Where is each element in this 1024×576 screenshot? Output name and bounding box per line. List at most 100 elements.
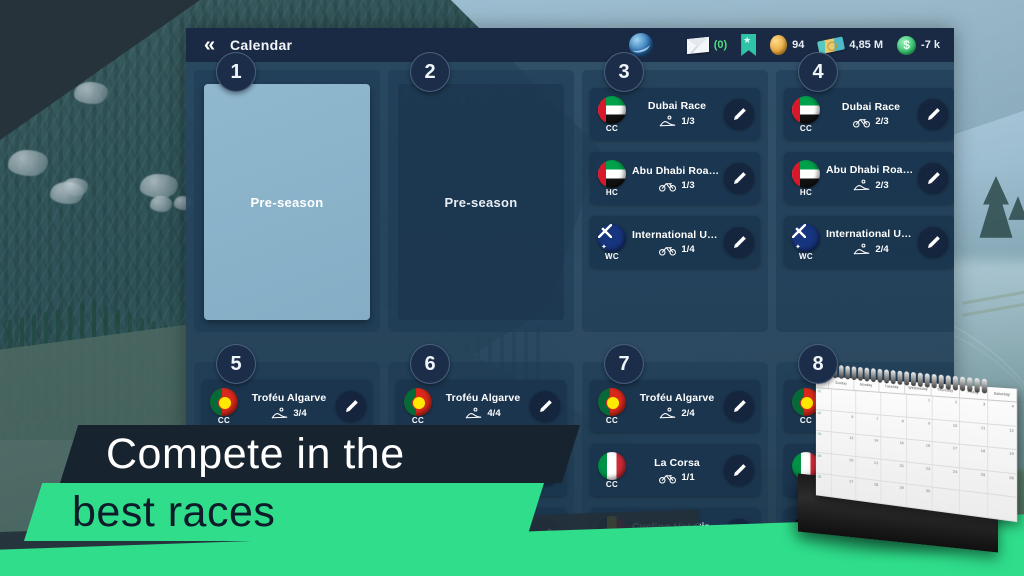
- bike-icon: [271, 472, 289, 484]
- week-badge[interactable]: 8: [798, 344, 838, 384]
- week-badge[interactable]: 2: [410, 52, 450, 92]
- race-row[interactable]: CC Dubai Race 1/3: [590, 88, 760, 140]
- edit-race-button[interactable]: [724, 99, 754, 129]
- country-flag-icon: [792, 95, 820, 124]
- edit-race-button[interactable]: [336, 455, 366, 485]
- spiral-ring: [864, 367, 870, 382]
- race-flag-group: CC: [206, 515, 242, 540]
- balance-status[interactable]: $ -7 k: [897, 35, 940, 55]
- race-name: International Under Race: [826, 228, 916, 240]
- desk-calendar-day-cell: [881, 392, 907, 417]
- race-row[interactable]: CC La Corsa 1/1: [590, 444, 760, 496]
- race-meta: 1/1: [438, 472, 528, 484]
- race-row[interactable]: CCCycling Het Circuit1/1: [202, 444, 372, 496]
- rock: [62, 178, 88, 196]
- pencil-icon: [732, 107, 747, 122]
- mail-status[interactable]: (0): [686, 36, 728, 54]
- week-badge[interactable]: 5: [216, 344, 256, 384]
- race-row[interactable]: CC La Corsa 1/1: [396, 508, 566, 540]
- country-flag-icon: [792, 223, 820, 252]
- edit-race-button[interactable]: [336, 391, 366, 421]
- country-flag-icon: [404, 515, 432, 540]
- race-flag-group: CC: [400, 451, 436, 489]
- race-meta: 1/4: [632, 244, 722, 256]
- race-row[interactable]: CC La Corsa 1/1: [202, 508, 372, 540]
- desk-calendar-day-cell: 10: [933, 419, 961, 444]
- edit-race-button[interactable]: [724, 455, 754, 485]
- race-row[interactable]: WC International Under Race 2/4: [784, 216, 954, 268]
- desk-calendar-day-cell: 28: [856, 478, 882, 503]
- race-category-code: CC: [605, 123, 619, 133]
- race-stage-progress: 4/4: [487, 408, 501, 419]
- country-flag-icon: [598, 451, 626, 480]
- race-category-code: CC: [799, 123, 813, 133]
- race-row[interactable]: HC Abu Dhabi Road Race 2/3: [784, 152, 954, 204]
- coin-status[interactable]: 94: [770, 35, 804, 55]
- mountain-icon: [659, 115, 676, 128]
- race-info: Troféu Algarve 2/4: [630, 392, 724, 420]
- desk-calendar-day-cell: 27: [831, 475, 857, 500]
- mountain-icon: [465, 407, 482, 420]
- week-badge[interactable]: 4: [798, 52, 838, 92]
- spiral-ring: [938, 374, 944, 390]
- week-cell-3: 3 CC Dubai Race 1/3 HC Abu Dhabi Road Race 1/3…: [582, 52, 768, 332]
- race-flag-group: CC: [594, 515, 630, 540]
- week-badge[interactable]: 3: [604, 52, 644, 92]
- bike-icon: [659, 244, 677, 256]
- pencil-icon: [538, 463, 553, 478]
- edit-race-button[interactable]: [530, 455, 560, 485]
- race-row[interactable]: CC Troféu Algarve 3/4: [202, 380, 372, 432]
- desk-calendar-day-cell: 30: [906, 484, 934, 510]
- bookmark-icon: [741, 34, 757, 56]
- spiral-ring: [911, 371, 916, 387]
- race-meta: 2/3: [826, 116, 916, 128]
- desk-calendar-day-cell: 25: [960, 467, 989, 494]
- spiral-ring: [974, 377, 980, 393]
- bike-icon: [465, 472, 483, 484]
- preseason-card[interactable]: Pre-season: [398, 84, 564, 320]
- edit-race-button[interactable]: [724, 163, 754, 193]
- edit-race-button[interactable]: [724, 227, 754, 257]
- top-bar: « Calendar (0) 94 4,85 M $ -7 k: [186, 28, 954, 62]
- spiral-ring: [967, 377, 973, 393]
- spiral-ring: [945, 375, 951, 390]
- edit-race-button[interactable]: [530, 391, 560, 421]
- desk-calendar-day-cell: [831, 389, 857, 412]
- rock: [8, 150, 48, 176]
- desk-calendar-week-number: 03: [815, 430, 832, 453]
- race-row[interactable]: CC Troféu Algarve 4/4: [396, 380, 566, 432]
- race-flag-group: CC: [594, 451, 630, 489]
- edit-race-button[interactable]: [724, 391, 754, 421]
- edit-race-button[interactable]: [530, 519, 560, 540]
- race-row[interactable]: CC Troféu Algarve 2/4: [590, 380, 760, 432]
- bookmark-status[interactable]: [741, 34, 757, 56]
- edit-race-button[interactable]: [336, 519, 366, 540]
- race-row[interactable]: CC Dubai Race 2/3: [784, 88, 954, 140]
- pencil-icon: [732, 235, 747, 250]
- mail-count: (0): [713, 39, 728, 51]
- edit-race-button[interactable]: [918, 99, 948, 129]
- race-row[interactable]: WC International Under Race 1/4: [590, 216, 760, 268]
- race-row[interactable]: CCCycling Het Circuit1/1: [396, 444, 566, 496]
- race-row[interactable]: CCCycling Het Circuit1/1: [590, 508, 760, 540]
- race-category-code: CC: [411, 415, 425, 425]
- race-category-code: CC: [605, 479, 619, 489]
- bike-icon: [853, 116, 871, 128]
- bike-icon: [659, 180, 677, 192]
- race-name: La Corsa: [654, 456, 700, 469]
- race-stage-progress: 1/1: [681, 536, 694, 540]
- balance-value: -7 k: [921, 39, 940, 51]
- edit-race-button[interactable]: [724, 519, 754, 540]
- desk-calendar-week-number: 02: [815, 409, 832, 432]
- week-badge[interactable]: 7: [604, 344, 644, 384]
- desk-calendar-week-number: 05: [815, 473, 832, 497]
- bike-icon: [271, 536, 288, 540]
- money-status[interactable]: 4,85 M: [817, 35, 883, 55]
- race-row[interactable]: HC Abu Dhabi Road Race 1/3: [590, 152, 760, 204]
- edit-race-button[interactable]: [918, 227, 948, 257]
- edit-race-button[interactable]: [918, 163, 948, 193]
- preseason-card[interactable]: Pre-season: [204, 84, 370, 320]
- week-badge[interactable]: 1: [216, 52, 256, 92]
- spiral-ring: [924, 373, 930, 388]
- week-badge[interactable]: 6: [410, 344, 450, 384]
